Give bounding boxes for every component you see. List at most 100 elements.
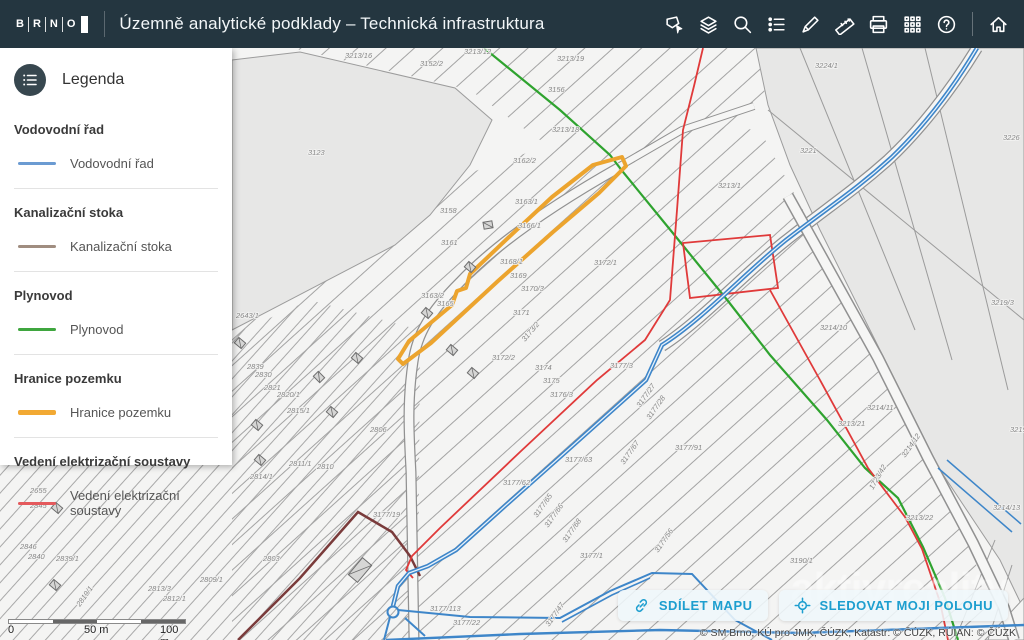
logo-letter: B — [16, 18, 24, 30]
parcel-label: 3168/1 — [500, 257, 523, 266]
scale-bar: 0 50 m 100 m — [8, 619, 190, 637]
parcel-label: 3213/1 — [718, 181, 741, 190]
logo-letter: O — [67, 18, 76, 30]
legend-item[interactable]: Vodovodní řad — [18, 156, 218, 171]
electricity-line-swatch — [18, 502, 56, 505]
parcel-label: 3226 — [1003, 133, 1021, 142]
parcel-label: 2813/3 — [147, 584, 172, 593]
sewer-line-swatch — [18, 245, 56, 248]
parcel-label: 2806 — [369, 425, 388, 434]
parcel-label: 2809/1 — [199, 575, 223, 584]
legend-panel: Legenda Vodovodní řad Vodovodní řad Kana… — [0, 48, 232, 465]
apps-grid-icon[interactable] — [899, 11, 926, 38]
parcel-label: 3190/1 — [790, 556, 813, 565]
parcel-label: 2839 — [246, 362, 265, 371]
scale-label-0: 0 — [8, 624, 14, 636]
locate-me-label: SLEDOVAT MOJI POLOHU — [820, 598, 993, 613]
brno-logo[interactable]: B R N O — [0, 0, 104, 48]
parcel-label: 3177/1 — [580, 551, 603, 560]
home-icon[interactable] — [985, 11, 1012, 38]
parcel-label: 2815/1 — [286, 406, 310, 415]
parcel-label: 2830 — [254, 370, 273, 379]
logo-block — [81, 16, 88, 33]
legend-item[interactable]: Kanalizační stoka — [18, 239, 218, 254]
parcel-label: 3169 — [510, 271, 528, 280]
parcel-label: 3166/1 — [518, 221, 541, 230]
parcel-label: 3161 — [441, 238, 458, 247]
divider — [14, 354, 218, 355]
parcel-label: 3177/113 — [430, 604, 462, 613]
parcel-label: 2810 — [316, 462, 335, 471]
legend-item-label: Vedení elektrizační soustavy — [70, 488, 218, 518]
parcel-label: 3175 — [543, 376, 561, 385]
parcel-label: 3162/2 — [513, 156, 537, 165]
legend-item[interactable]: Hranice pozemku — [18, 405, 218, 420]
water-line-swatch — [18, 162, 56, 165]
parcel-label: 3213/18 — [552, 125, 580, 134]
page-title: Územně analytické podklady – Technická i… — [119, 14, 544, 34]
gas-line-swatch — [18, 328, 56, 331]
legend-item[interactable]: Vedení elektrizační soustavy — [18, 488, 218, 518]
parcel-label: 3176/3 — [550, 390, 574, 399]
parcel-label: 2839/1 — [55, 554, 79, 563]
legend-item-label: Plynovod — [70, 322, 123, 337]
draw-icon[interactable] — [797, 11, 824, 38]
link-icon — [633, 597, 650, 614]
legend-header: Legenda — [0, 60, 232, 106]
legend-item-label: Hranice pozemku — [70, 405, 171, 420]
toolbar-divider — [972, 12, 973, 36]
legend-section-parcel-boundary: Hranice pozemku Hranice pozemku — [0, 371, 232, 438]
app-window: 3213/163152/23213/123213/1931563213/1832… — [0, 0, 1024, 640]
parcel-label: 3213/19 — [557, 54, 585, 63]
legend-section-header: Kanalizační stoka — [14, 205, 218, 220]
legend-title: Legenda — [62, 71, 124, 89]
divider — [14, 437, 218, 438]
parcel-label: 3171 — [513, 308, 530, 317]
locate-me-button[interactable]: SLEDOVAT MOJI POLOHU — [779, 590, 1008, 621]
parcel-label: 3214/11 — [867, 403, 894, 412]
legend-item-label: Vodovodní řad — [70, 156, 154, 171]
scale-label-100: 100 m — [160, 624, 190, 640]
logo-letter: N — [50, 18, 58, 30]
scale-label-50: 50 m — [84, 624, 108, 636]
parcel-label: 3213/16 — [345, 51, 373, 60]
legend-list-badge-icon[interactable] — [14, 64, 46, 96]
parcel-label: 3219/3 — [991, 298, 1015, 307]
parcel-label: 3177/91 — [675, 443, 702, 452]
logo-letter: R — [33, 18, 41, 30]
parcel-label: 3213/12 — [464, 48, 492, 56]
parcel-label: 3158 — [440, 206, 458, 215]
layers-icon[interactable] — [695, 11, 722, 38]
share-map-label: SDÍLET MAPU — [659, 598, 753, 613]
share-map-button[interactable]: SDÍLET MAPU — [618, 590, 768, 621]
parcel-label: 2811/1 — [288, 459, 311, 468]
legend-section-sewer: Kanalizační stoka Kanalizační stoka — [0, 205, 232, 272]
divider — [14, 188, 218, 189]
parcel-label: 3177/63 — [565, 455, 593, 464]
parcel-label: 2821 — [263, 383, 281, 392]
parcel-label: 3213/21 — [838, 419, 865, 428]
help-icon[interactable] — [933, 11, 960, 38]
search-icon[interactable] — [729, 11, 756, 38]
parcel-label: 3214/13 — [993, 503, 1021, 512]
parcel-label: 3219/2 — [1010, 425, 1024, 434]
parcel-label: 3156 — [548, 85, 566, 94]
legend-section-header: Vodovodní řad — [14, 122, 218, 137]
parcel-label: 3170/3 — [521, 284, 545, 293]
parcel-label: 3214/10 — [820, 323, 848, 332]
select-area-icon[interactable] — [661, 11, 688, 38]
parcel-label: 3165 — [437, 299, 455, 308]
parcel-label: 3123 — [308, 148, 326, 157]
legend-item[interactable]: Plynovod — [18, 322, 218, 337]
parcel-label: 3172/1 — [594, 258, 617, 267]
legend-section-water: Vodovodní řad Vodovodní řad — [0, 122, 232, 189]
legend-list-icon[interactable] — [763, 11, 790, 38]
parcel-label: 3174 — [535, 363, 552, 372]
parcel-label: 2643/1 — [235, 311, 259, 320]
measure-icon[interactable] — [831, 11, 858, 38]
divider — [14, 271, 218, 272]
print-icon[interactable] — [865, 11, 892, 38]
parcel-label: 3224/1 — [815, 61, 838, 70]
legend-section-header: Hranice pozemku — [14, 371, 218, 386]
parcel-label: 2840 — [27, 552, 46, 561]
